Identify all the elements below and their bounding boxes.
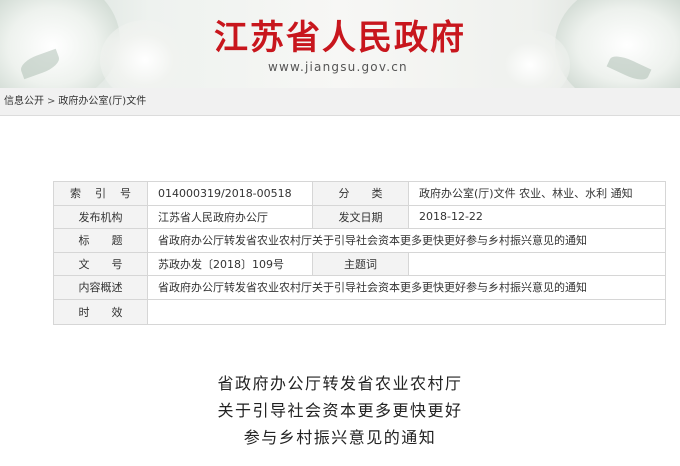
summary-value: 省政府办公厅转发省农业农村厅关于引导社会资本更多更快更好参与乡村振兴意见的通知 (147, 275, 666, 300)
table-row: 索引号 014000319/2018-00518 分类 政府办公室(厅)文件 农… (53, 181, 666, 206)
site-banner: 江苏省人民政府 www.jiangsu.gov.cn (0, 0, 680, 88)
validity-label: 时效 (53, 298, 148, 325)
issuer-value: 江苏省人民政府办公厅 (147, 204, 313, 229)
issuer-label: 发布机构 (53, 204, 148, 229)
document-title-line-3: 参与乡村振兴意见的通知 (243, 428, 437, 447)
title-label: 标题 (53, 228, 148, 253)
table-row: 时效 (53, 298, 666, 325)
table-row: 文号 苏政办发〔2018〕109号 主题词 (53, 251, 666, 276)
site-url[interactable]: www.jiangsu.gov.cn (268, 60, 408, 74)
index-number-value: 014000319/2018-00518 (147, 181, 313, 206)
breadcrumb-link-office-documents[interactable]: 政府办公室(厅)文件 (58, 96, 146, 107)
breadcrumb-separator: > (47, 96, 56, 107)
document-title-line-1: 省政府办公厅转发省农业农村厅 (217, 374, 463, 393)
validity-value (147, 298, 666, 325)
breadcrumb-link-info-public[interactable]: 信息公开 (4, 96, 44, 107)
subject-words-value (408, 251, 666, 276)
summary-label: 内容概述 (53, 275, 148, 300)
table-row: 标题 省政府办公厅转发省农业农村厅关于引导社会资本更多更快更好参与乡村振兴意见的… (53, 228, 666, 253)
document-title-line-2: 关于引导社会资本更多更快更好 (217, 401, 463, 420)
category-value: 政府办公室(厅)文件 农业、林业、水利 通知 (408, 181, 666, 206)
subject-words-label: 主题词 (312, 251, 409, 276)
document-number-label: 文号 (53, 251, 148, 276)
category-label: 分类 (312, 181, 409, 206)
issue-date-value: 2018-12-22 (408, 204, 666, 229)
issue-date-label: 发文日期 (312, 204, 409, 229)
title-value: 省政府办公厅转发省农业农村厅关于引导社会资本更多更快更好参与乡村振兴意见的通知 (147, 228, 666, 253)
site-logo-title[interactable]: 江苏省人民政府 (0, 10, 680, 59)
breadcrumb: 信息公开 > 政府办公室(厅)文件 (0, 88, 680, 116)
table-row: 发布机构 江苏省人民政府办公厅 发文日期 2018-12-22 (53, 204, 666, 229)
document-title: 省政府办公厅转发省农业农村厅 关于引导社会资本更多更快更好 参与乡村振兴意见的通… (0, 370, 680, 451)
document-number-value: 苏政办发〔2018〕109号 (147, 251, 313, 276)
index-number-label: 索引号 (53, 181, 148, 206)
table-row: 内容概述 省政府办公厅转发省农业农村厅关于引导社会资本更多更快更好参与乡村振兴意… (53, 275, 666, 300)
document-info-table: 索引号 014000319/2018-00518 分类 政府办公室(厅)文件 农… (53, 181, 666, 325)
